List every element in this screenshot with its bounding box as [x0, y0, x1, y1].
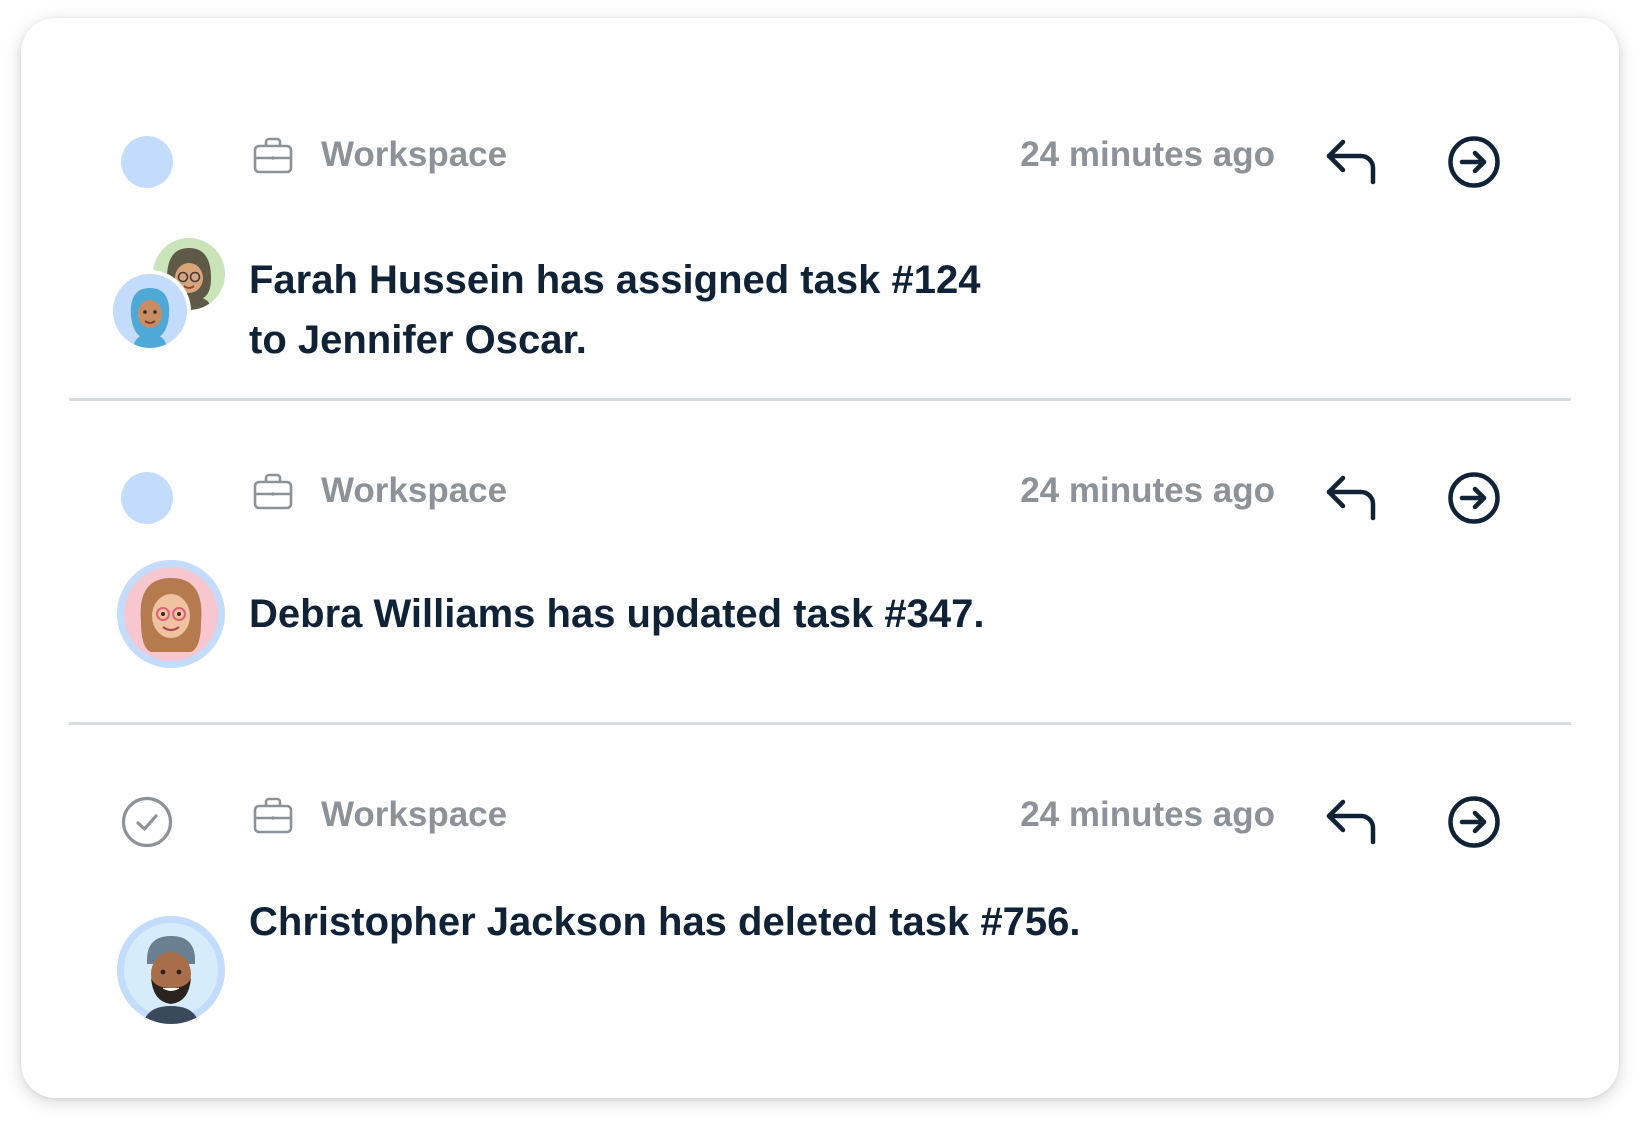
arrow-right-circle-icon[interactable]: [1447, 471, 1501, 525]
avatar-christopher-jackson: [117, 916, 225, 1024]
divider: [69, 398, 1571, 401]
timestamp: 24 minutes ago: [1020, 135, 1275, 174]
timestamp: 24 minutes ago: [1020, 471, 1275, 510]
source-label: Workspace: [321, 795, 508, 834]
unread-dot-icon: [121, 472, 173, 524]
divider: [69, 722, 1571, 725]
notification-item[interactable]: Workspace 24 minutes ago Christopher Jac…: [21, 742, 1619, 1098]
source-label: Workspace: [321, 471, 508, 510]
reply-arrow-icon[interactable]: [1323, 470, 1381, 522]
notifications-card: Workspace 24 minutes ago Farah Hussein h…: [21, 18, 1619, 1098]
unread-dot-icon: [121, 136, 173, 188]
check-circle-icon: [121, 796, 173, 848]
message-line: to Jennifer Oscar.: [249, 318, 587, 362]
notification-item[interactable]: Workspace 24 minutes ago: [21, 18, 1619, 418]
briefcase-icon: [253, 137, 293, 174]
message-line: Farah Hussein has assigned task #124: [249, 258, 981, 302]
briefcase-icon: [253, 797, 293, 834]
arrow-right-circle-icon[interactable]: [1447, 795, 1501, 849]
avatar-jennifer-oscar: [109, 270, 191, 352]
notification-message: Farah Hussein has assigned task #124 to …: [249, 250, 1149, 370]
avatar-debra-williams: [117, 560, 225, 668]
notification-message: Christopher Jackson has deleted task #75…: [249, 900, 1081, 944]
source-label: Workspace: [321, 135, 508, 174]
notification-item[interactable]: Workspace 24 minutes ago: [21, 418, 1619, 742]
briefcase-icon: [253, 473, 293, 510]
timestamp: 24 minutes ago: [1020, 795, 1275, 834]
reply-arrow-icon[interactable]: [1323, 794, 1381, 846]
arrow-right-circle-icon[interactable]: [1447, 135, 1501, 189]
notification-message: Debra Williams has updated task #347.: [249, 592, 985, 636]
reply-arrow-icon[interactable]: [1323, 134, 1381, 186]
